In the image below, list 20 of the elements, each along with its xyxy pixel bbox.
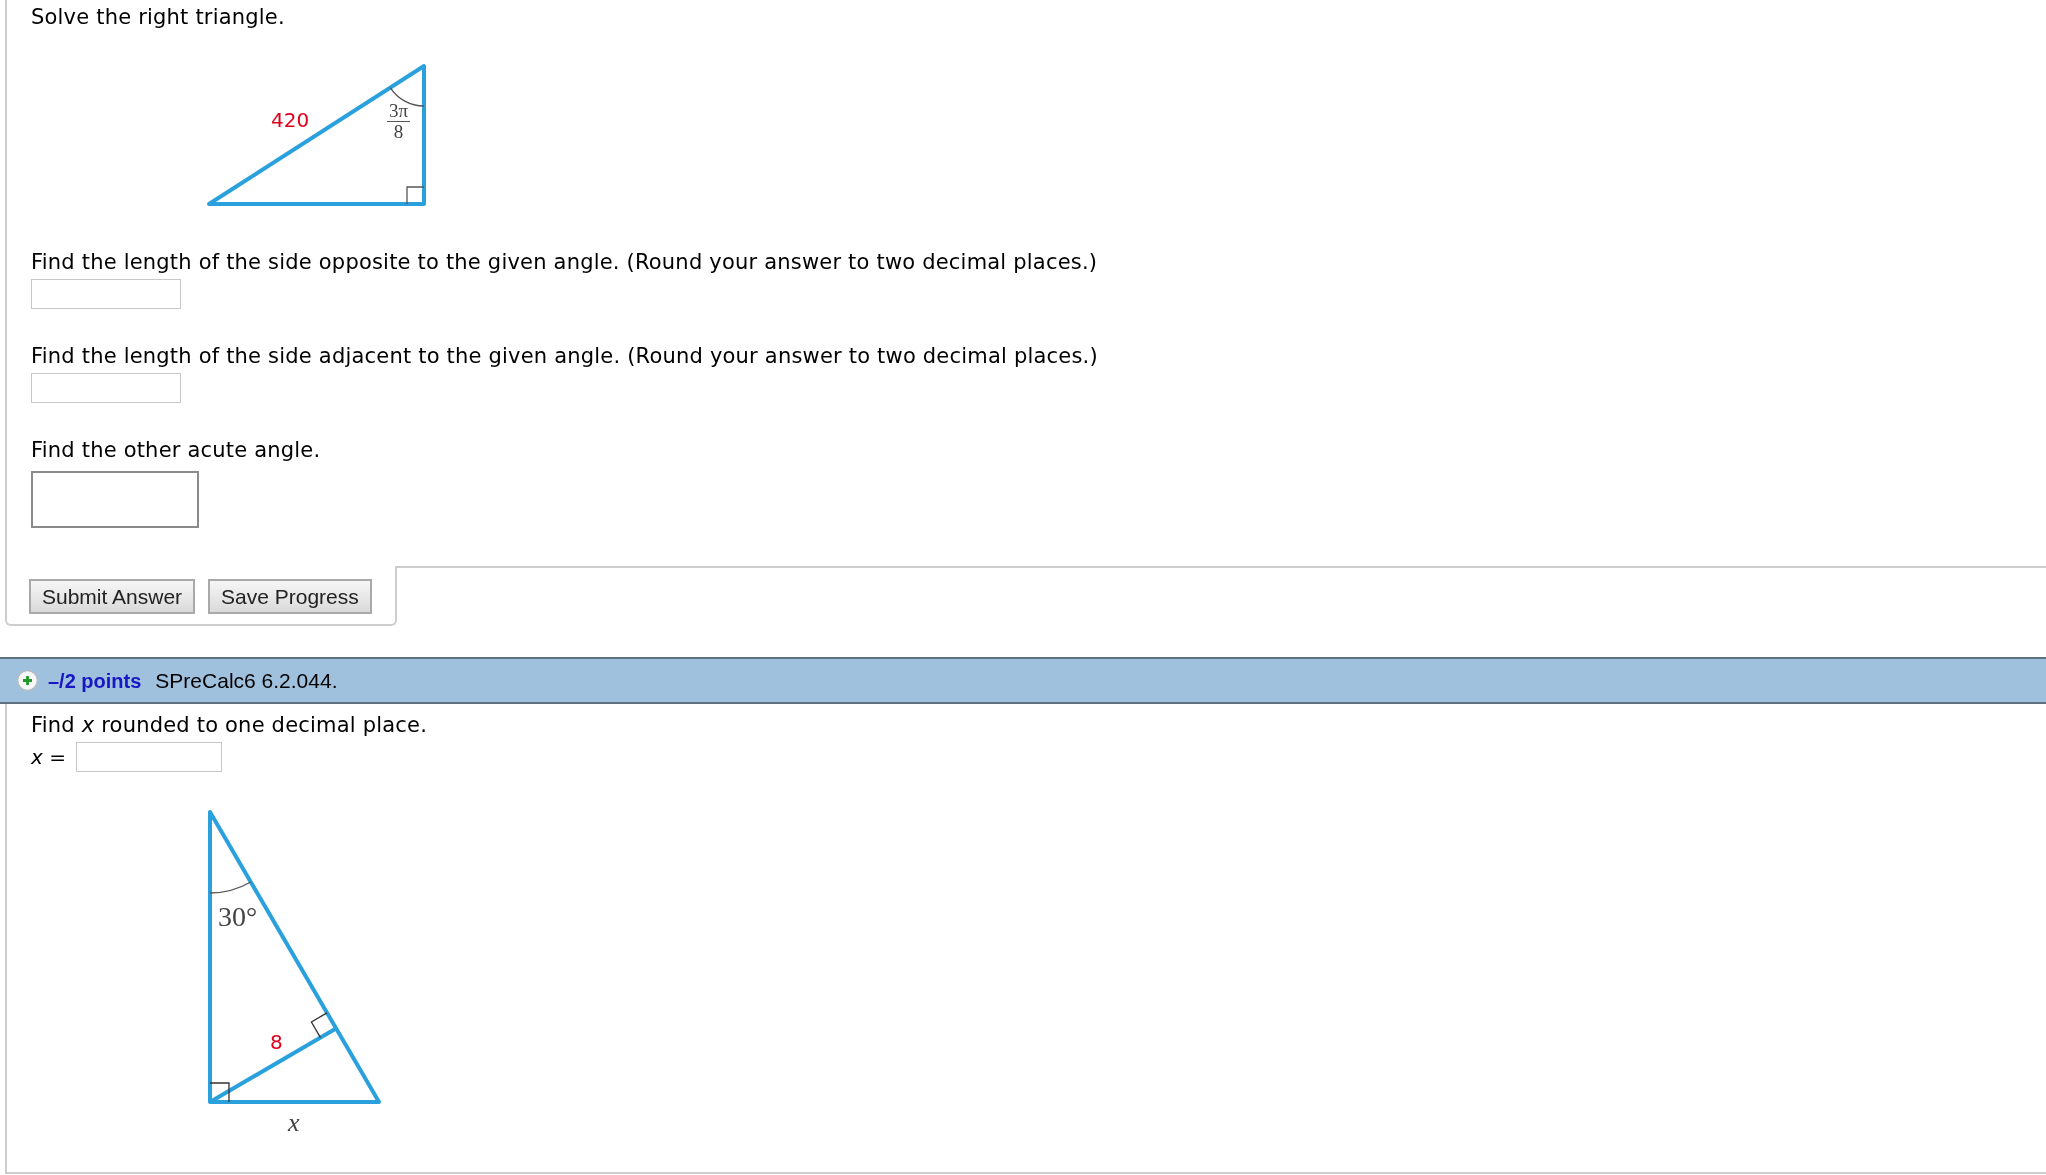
question-source: SPreCalc6 6.2.044. <box>155 667 338 694</box>
side-label: 8 <box>270 1030 283 1054</box>
plus-icon[interactable] <box>17 670 38 691</box>
answer-label: x = <box>31 745 66 769</box>
answer-field[interactable] <box>31 471 199 528</box>
question-prompt: Find the length of the side opposite to the given angle. (Round your answer to two decimal places.) <box>31 250 1098 274</box>
side-label: x <box>288 1108 300 1138</box>
side-label: 420 <box>271 108 310 132</box>
question-prompt: Find the other acute angle. <box>31 438 321 462</box>
points-link[interactable]: –/2 points <box>48 665 142 696</box>
question-prompt: Find the length of the side adjacent to the given angle. (Round your answer to two decimal places.) <box>31 344 1098 368</box>
answer-field[interactable] <box>31 279 181 309</box>
form-button[interactable]: Submit Answer <box>29 579 196 614</box>
instruction-text: Solve the right triangle. <box>31 5 285 29</box>
form-button[interactable]: Save Progress <box>208 579 372 614</box>
answer-field[interactable] <box>31 373 181 403</box>
answer-field[interactable] <box>75 742 222 772</box>
angle-label: 30° <box>218 901 258 933</box>
question-prompt: Find x rounded to one decimal place. <box>31 713 428 737</box>
angle-label: 3π 8 <box>387 101 411 142</box>
